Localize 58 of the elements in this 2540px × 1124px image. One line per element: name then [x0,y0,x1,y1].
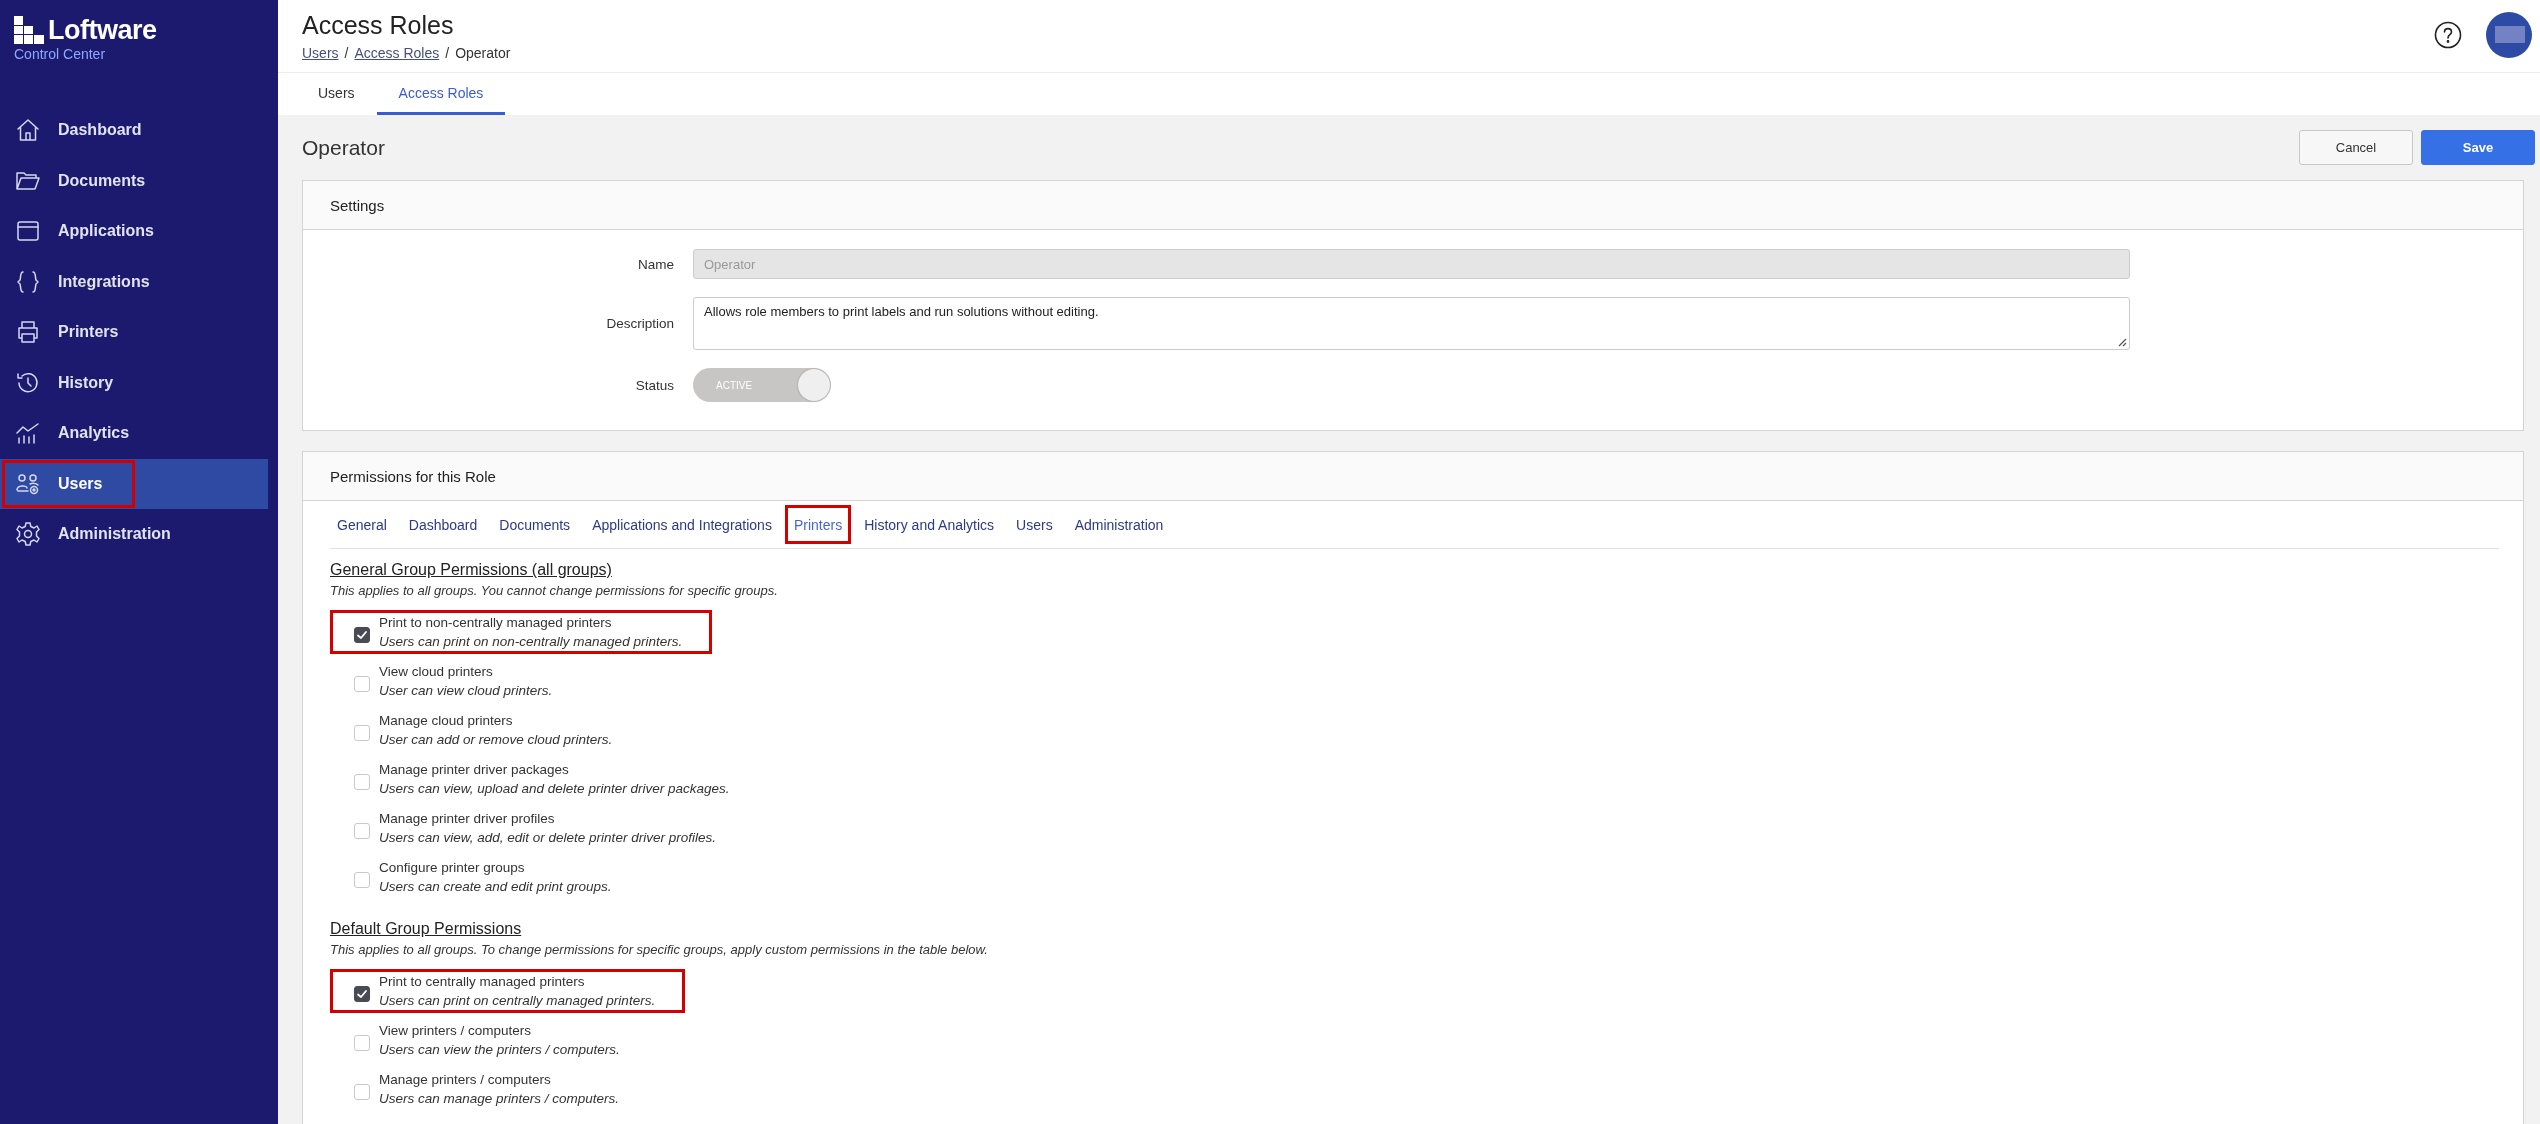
sidebar-item[interactable]: Printers [0,307,268,358]
permission-label: Manage cloud printers [379,712,514,730]
page-title: Access Roles [302,10,455,40]
permission-label: View printers / computers [379,1022,533,1040]
permission-description: Users can print on centrally managed printers. [379,992,656,1010]
permission-label: Manage printer driver profiles [379,810,556,828]
permission-description: Users can view the printers / computers. [379,1041,620,1059]
save-button[interactable]: Save [2421,130,2535,165]
section-note: This applies to all groups. To change permissions for specific groups, apply custom permissions in the table below. [330,942,988,957]
field-label: Description [605,316,674,331]
permission-description: Users can print on non-centrally managed printers. [379,633,683,651]
logo-subtitle: Control Center [14,46,107,62]
permission-label: Configure printer groups [379,859,526,877]
sidebar-item[interactable]: Dashboard [0,105,268,156]
breadcrumb-separator: / [344,45,349,61]
tab[interactable]: Printers [782,503,854,546]
tab[interactable]: Users [1005,501,1064,548]
tab[interactable]: General [330,501,398,548]
section-heading: General Group Permissions (all groups) [330,561,612,579]
tab[interactable]: Applications and Integrations [581,501,783,548]
tab[interactable]: Users [296,73,377,115]
field-label: Name [637,256,674,272]
role-title: Operator [302,135,385,160]
permission-label: Print to centrally managed printers [379,973,586,991]
description-field[interactable]: Allows role members to print labels and run solutions without editing. [693,297,2130,350]
sidebar-item[interactable]: Users [0,458,268,509]
permission-label: Manage printers / computers [379,1071,552,1089]
cancel-button[interactable]: Cancel [2299,130,2413,165]
permission-description: User can view cloud printers. [379,682,553,700]
breadcrumb-link[interactable]: Users [302,45,339,61]
logo-name: Loftware [48,16,157,44]
permission-label: Manage printer driver packages [379,761,570,779]
breadcrumb-link[interactable]: Access Roles [354,45,440,61]
permission-description: Users can view, add, edit or delete printer driver profiles. [379,829,716,847]
permission-description: Users can create and edit print groups. [379,878,612,896]
sidebar-item[interactable]: Analytics [0,408,268,459]
card-title: Settings [330,196,385,214]
tab[interactable]: Dashboard [397,501,489,548]
sidebar-item[interactable]: History [0,357,268,408]
card-title: Permissions for this Role [330,467,496,485]
tab[interactable]: Documents [488,501,582,548]
tab[interactable]: History and Analytics [853,501,1006,548]
sidebar-item[interactable]: Documents [0,155,268,206]
breadcrumb-separator: / [445,45,450,61]
section-note: This applies to all groups. You cannot change permissions for specific groups. [330,583,778,598]
section-heading: Default Group Permissions [330,920,522,938]
sidebar-item[interactable]: Applications [0,206,268,257]
breadcrumb-current: Operator [455,45,511,61]
permission-description: User can add or remove cloud printers. [379,731,613,749]
permission-label: Print to non-centrally managed printers [379,614,613,632]
permission-label: View cloud printers [379,663,494,681]
sidebar-item[interactable]: Administration [0,509,268,560]
permission-description: Users can view, upload and delete printer driver packages. [379,780,730,798]
tab[interactable]: Administration [1063,501,1175,548]
field-label: Status [634,377,674,393]
sidebar-item[interactable]: Integrations [0,256,268,307]
tab[interactable]: Access Roles [376,73,506,115]
permission-description: Users can manage printers / computers. [379,1090,620,1108]
